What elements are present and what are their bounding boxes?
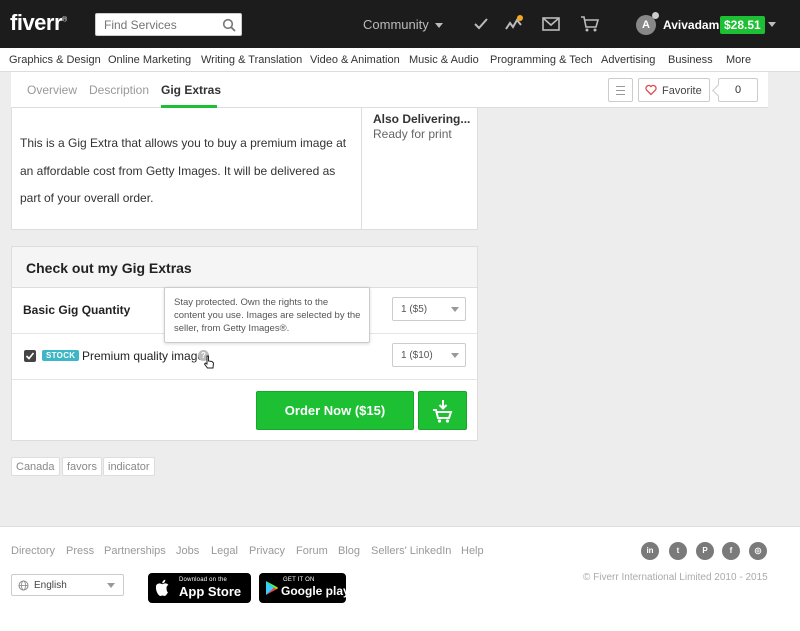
tab-overview[interactable]: Overview <box>27 83 77 97</box>
community-menu[interactable]: Community <box>363 17 443 32</box>
twitter-icon[interactable]: t <box>669 542 687 560</box>
premium-image-checkbox[interactable] <box>24 350 36 362</box>
google-play-icon <box>266 581 278 595</box>
username[interactable]: Avivadam <box>663 18 719 32</box>
column-divider <box>361 108 362 230</box>
chevron-down-icon <box>451 307 459 312</box>
app-store-small-text: Download on the <box>179 577 228 583</box>
also-delivering-title: Also Delivering... <box>373 112 471 126</box>
search-input[interactable] <box>96 14 216 36</box>
language-value: English <box>34 580 67 591</box>
category-writing-translation[interactable]: Writing & Translation <box>201 54 302 66</box>
category-business[interactable]: Business <box>668 54 713 66</box>
add-to-cart-icon <box>433 400 453 423</box>
logo-text: fiverr <box>10 10 63 35</box>
description-card: This is a Gig Extra that allows you to b… <box>11 108 478 230</box>
avatar[interactable]: A <box>636 12 659 35</box>
premium-quantity-value: 1 ($10) <box>401 350 433 361</box>
row-divider <box>12 379 477 380</box>
balance-badge[interactable]: $28.51 <box>720 16 765 34</box>
category-advertising[interactable]: Advertising <box>601 54 655 66</box>
footer-link-forum[interactable]: Forum <box>296 545 328 557</box>
footer: Directory Press Partnerships Jobs Legal … <box>0 526 800 631</box>
search-icon[interactable] <box>222 18 236 32</box>
list-icon-line <box>616 86 625 87</box>
apple-icon <box>156 579 169 596</box>
favorite-button[interactable]: Favorite <box>638 78 710 102</box>
footer-link-blog[interactable]: Blog <box>338 545 360 557</box>
activity-icon[interactable] <box>504 14 524 34</box>
list-icon-line <box>616 94 625 95</box>
linkedin-icon[interactable]: in <box>641 542 659 560</box>
tag-favors[interactable]: favors <box>62 457 102 476</box>
order-now-button[interactable]: Order Now ($15) <box>256 391 414 430</box>
basic-quantity-value: 1 ($5) <box>401 304 428 315</box>
google-play-badge[interactable]: GET IT ON Google play <box>259 573 350 603</box>
category-programming-tech[interactable]: Programming & Tech <box>490 54 593 66</box>
fiverr-logo[interactable]: fiverr® <box>10 10 67 36</box>
instagram-icon[interactable]: ◎ <box>749 542 767 560</box>
globe-icon <box>18 580 29 591</box>
category-video-animation[interactable]: Video & Animation <box>310 54 400 66</box>
pinterest-icon[interactable]: P <box>696 542 714 560</box>
stock-badge: STOCK <box>42 350 80 361</box>
favorite-label: Favorite <box>662 85 702 97</box>
heart-icon <box>645 84 657 96</box>
google-play-big-text: Google play <box>281 584 350 598</box>
also-delivering-value: Ready for print <box>373 127 452 141</box>
avatar-initial: A <box>642 19 650 31</box>
tab-description[interactable]: Description <box>89 83 149 97</box>
logo-registered-mark: ® <box>62 16 67 24</box>
community-label: Community <box>363 17 429 32</box>
chevron-down-icon <box>451 353 459 358</box>
tag-canada[interactable]: Canada <box>11 457 60 476</box>
facebook-icon[interactable]: f <box>722 542 740 560</box>
add-to-cart-button[interactable] <box>418 391 467 430</box>
gig-extra-description: This is a Gig Extra that allows you to b… <box>20 136 347 205</box>
search-box <box>95 13 242 36</box>
status-dot <box>652 12 659 19</box>
checkmark-icon <box>25 352 35 360</box>
list-icon-line <box>616 90 625 91</box>
premium-image-label: Premium quality image <box>82 349 205 363</box>
category-music-audio[interactable]: Music & Audio <box>409 54 479 66</box>
premium-quantity-select[interactable]: 1 ($10) <box>392 343 466 367</box>
category-graphics-design[interactable]: Graphics & Design <box>9 54 101 66</box>
footer-link-help[interactable]: Help <box>461 545 484 557</box>
gig-extras-card: Check out my Gig Extras Basic Gig Quanti… <box>11 246 478 441</box>
messages-icon[interactable] <box>541 14 561 34</box>
tag-indicator[interactable]: indicator <box>103 457 155 476</box>
stock-image-tooltip: Stay protected. Own the rights to the co… <box>164 287 370 343</box>
category-online-marketing[interactable]: Online Marketing <box>108 54 191 66</box>
user-menu-chevron-icon[interactable] <box>768 22 776 27</box>
language-select[interactable]: English <box>11 574 124 596</box>
gig-extras-header: Check out my Gig Extras <box>12 247 477 288</box>
footer-link-privacy[interactable]: Privacy <box>249 545 285 557</box>
chevron-down-icon <box>107 583 115 588</box>
google-play-small-text: GET IT ON <box>283 577 315 583</box>
footer-link-press[interactable]: Press <box>66 545 94 557</box>
basic-quantity-label: Basic Gig Quantity <box>23 303 131 317</box>
app-store-badge[interactable]: Download on the App Store <box>148 573 251 603</box>
footer-link-sellers-linkedin[interactable]: Sellers' LinkedIn <box>371 545 451 557</box>
tab-gig-extras[interactable]: Gig Extras <box>161 83 221 97</box>
hand-pointer-icon <box>203 355 215 369</box>
app-store-big-text: App Store <box>179 584 242 599</box>
footer-link-legal[interactable]: Legal <box>211 545 238 557</box>
copyright: © Fiverr International Limited 2010 - 20… <box>583 572 768 583</box>
checkmark-icon[interactable] <box>471 14 491 34</box>
category-more[interactable]: More <box>726 54 751 66</box>
list-button[interactable] <box>608 78 633 102</box>
footer-link-directory[interactable]: Directory <box>11 545 55 557</box>
favorite-count: 0 <box>718 78 758 102</box>
gig-tabs-bar: Overview Description Gig Extras Favorite… <box>11 72 768 108</box>
footer-link-partnerships[interactable]: Partnerships <box>104 545 166 557</box>
category-nav: Graphics & Design Online Marketing Writi… <box>0 48 800 72</box>
gig-extras-title: Check out my Gig Extras <box>26 260 192 276</box>
footer-link-jobs[interactable]: Jobs <box>176 545 199 557</box>
top-header: fiverr® Community A Avivadam $28.51 <box>0 0 800 48</box>
chevron-down-icon <box>434 23 443 29</box>
cart-icon[interactable] <box>580 14 600 34</box>
basic-quantity-select[interactable]: 1 ($5) <box>392 297 466 321</box>
